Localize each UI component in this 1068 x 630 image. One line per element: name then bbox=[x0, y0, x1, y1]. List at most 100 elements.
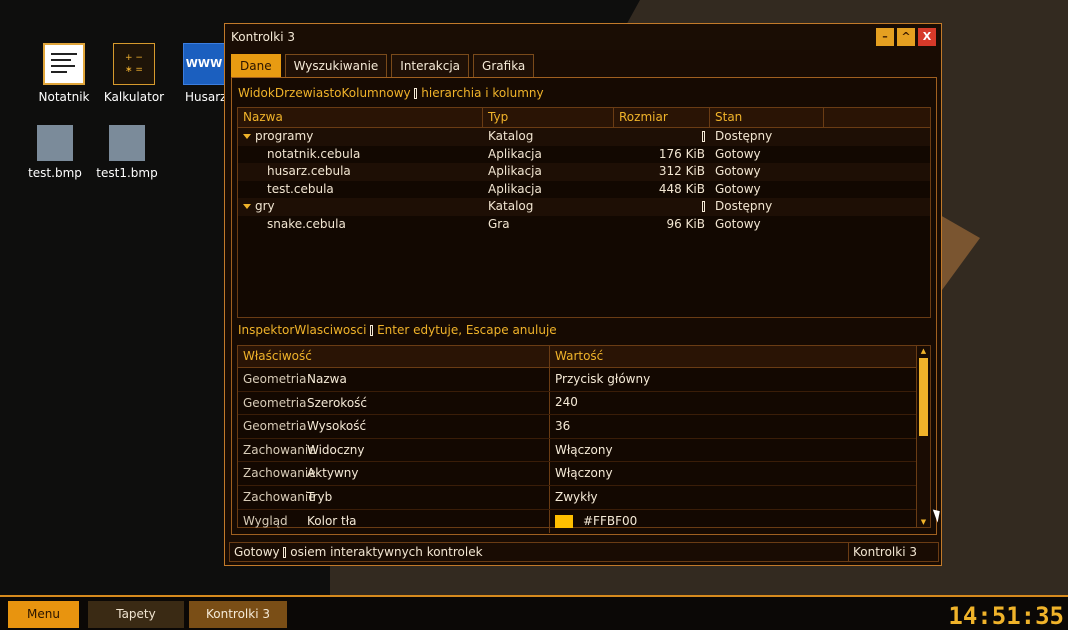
row-state: Dostępny bbox=[715, 199, 773, 213]
tree-row[interactable]: snake.cebula Gra 96 KiB Gotowy bbox=[238, 216, 930, 234]
window-titlebar[interactable]: Kontrolki 3 – ^ X bbox=[225, 24, 941, 50]
property-inspector[interactable]: Właściwość Wartość Geometria Nazwa Przyc… bbox=[237, 345, 931, 534]
tree-header: Nazwa Typ Rozmiar Stan bbox=[238, 108, 930, 128]
property-value[interactable]: 240 bbox=[550, 392, 916, 415]
property-row[interactable]: Geometria Wysokość 36 bbox=[238, 415, 916, 439]
property-row[interactable]: Geometria Nazwa Przycisk główny bbox=[238, 368, 916, 392]
desktop-icon-test-bmp[interactable]: test.bmp bbox=[20, 125, 90, 180]
property-row[interactable]: Zachowanie Tryb Zwykły bbox=[238, 485, 916, 510]
desktop-icon-kalkulator[interactable]: + − ∗ = Kalkulator bbox=[99, 43, 169, 104]
row-size: 176 KiB bbox=[658, 146, 705, 161]
row-type: Katalog bbox=[488, 129, 534, 143]
close-button[interactable]: X bbox=[918, 28, 936, 46]
tab-wyszukiwanie[interactable]: Wyszukiwanie bbox=[284, 54, 388, 78]
row-size: 448 KiB bbox=[658, 181, 705, 196]
tree-table[interactable]: Nazwa Typ Rozmiar Stan programy Katalog … bbox=[237, 107, 931, 318]
row-state: Gotowy bbox=[715, 146, 761, 161]
row-state: Gotowy bbox=[715, 181, 761, 196]
kontrolki-window: Kontrolki 3 – ^ X Dane Wyszukiwanie Inte… bbox=[224, 23, 942, 566]
status-message: Gotowy osiem interaktywnych kontrolek bbox=[230, 543, 848, 561]
tree-section-hint: hierarchia i kolumny bbox=[421, 86, 544, 100]
maximize-button[interactable]: ^ bbox=[897, 28, 915, 46]
property-group: Geometria bbox=[243, 419, 307, 434]
property-group: Geometria bbox=[243, 395, 307, 410]
tree-section-name: WidokDrzewiastoKolumnowy bbox=[238, 86, 411, 100]
property-value[interactable]: Włączony bbox=[550, 439, 916, 462]
row-state: Gotowy bbox=[715, 164, 761, 178]
row-size: 312 KiB bbox=[658, 164, 705, 178]
row-name: snake.cebula bbox=[267, 216, 346, 231]
property-row[interactable]: Zachowanie Aktywny Włączony bbox=[238, 462, 916, 486]
status-bar: Gotowy osiem interaktywnych kontrolek Ko… bbox=[229, 542, 939, 562]
property-value[interactable]: 36 bbox=[550, 415, 916, 438]
column-header-typ[interactable]: Typ bbox=[483, 108, 614, 127]
property-row[interactable]: Zachowanie Widoczny Włączony bbox=[238, 438, 916, 463]
calculator-icon: + − ∗ = bbox=[113, 43, 155, 85]
row-type: Aplikacja bbox=[488, 164, 542, 178]
inspector-section-heading: InspektorWlasciwosci Enter edytuje, Esca… bbox=[238, 323, 557, 337]
row-size bbox=[614, 128, 710, 146]
column-header-wartosc: Wartość bbox=[555, 349, 604, 363]
menu-button[interactable]: Menu bbox=[8, 601, 79, 628]
column-header-wlasciwosc: Właściwość bbox=[238, 346, 550, 367]
inspector-scrollbar[interactable]: ▲ ▼ bbox=[916, 346, 930, 527]
desktop-icon-test1-bmp[interactable]: test1.bmp bbox=[92, 125, 162, 180]
tree-row[interactable]: notatnik.cebula Aplikacja 176 KiB Gotowy bbox=[238, 146, 930, 164]
taskbar-item-tapety[interactable]: Tapety bbox=[88, 601, 184, 628]
property-row[interactable]: Wygląd Kolor tła #FFBF00 bbox=[238, 509, 916, 534]
tree-row[interactable]: gry Katalog Dostępny bbox=[238, 198, 930, 216]
tab-panel-dane: WidokDrzewiastoKolumnowy hierarchia i ko… bbox=[231, 77, 937, 535]
property-group: Zachowanie bbox=[243, 489, 316, 504]
property-row[interactable]: Geometria Szerokość 240 bbox=[238, 391, 916, 416]
property-group: Zachowanie bbox=[243, 466, 316, 481]
row-state: Gotowy bbox=[715, 216, 761, 231]
column-header-nazwa[interactable]: Nazwa bbox=[238, 108, 483, 127]
tab-interakcja[interactable]: Interakcja bbox=[391, 54, 470, 78]
scroll-up-arrow-icon[interactable]: ▲ bbox=[917, 346, 930, 356]
property-name: Aktywny bbox=[307, 462, 550, 485]
empty-size-glyph bbox=[702, 201, 705, 212]
expand-caret-icon[interactable] bbox=[243, 134, 251, 139]
property-value[interactable]: Przycisk główny bbox=[550, 368, 916, 391]
desktop-icon-label: Notatnik bbox=[38, 90, 90, 104]
empty-size-glyph bbox=[702, 131, 705, 142]
tree-row[interactable]: test.cebula Aplikacja 448 KiB Gotowy bbox=[238, 181, 930, 199]
property-name: Kolor tła bbox=[307, 509, 550, 534]
property-name: Tryb bbox=[307, 485, 550, 509]
row-type: Aplikacja bbox=[488, 146, 542, 161]
tab-grafika[interactable]: Grafika bbox=[473, 54, 535, 78]
scroll-down-arrow-icon[interactable]: ▼ bbox=[917, 517, 930, 527]
row-name: test.cebula bbox=[267, 181, 334, 196]
column-header-stan[interactable]: Stan bbox=[710, 108, 824, 127]
clock: 14:51:35 bbox=[948, 602, 1064, 630]
status-text: osiem interaktywnych kontrolek bbox=[290, 545, 483, 559]
separator-glyph bbox=[370, 325, 374, 336]
property-group: Wygląd bbox=[243, 513, 288, 528]
property-name: Widoczny bbox=[307, 438, 550, 462]
property-name: Nazwa bbox=[307, 368, 550, 391]
tree-rows: programy Katalog Dostępny notatnik.cebul… bbox=[238, 128, 930, 233]
desktop-icon-notatnik[interactable]: Notatnik bbox=[29, 43, 99, 104]
property-value[interactable]: Zwykły bbox=[550, 486, 916, 509]
property-name: Szerokość bbox=[307, 391, 550, 415]
row-name: husarz.cebula bbox=[267, 164, 351, 178]
property-value-color[interactable]: #FFBF00 bbox=[550, 510, 916, 534]
tab-dane[interactable]: Dane bbox=[231, 54, 281, 78]
row-size bbox=[614, 198, 710, 216]
minimize-button[interactable]: – bbox=[876, 28, 894, 46]
tree-row[interactable]: programy Katalog Dostępny bbox=[238, 128, 930, 146]
browser-icon: WWW bbox=[183, 43, 225, 85]
scrollbar-thumb[interactable] bbox=[919, 358, 928, 436]
window-title: Kontrolki 3 bbox=[231, 30, 296, 44]
property-value[interactable]: Włączony bbox=[550, 462, 916, 485]
column-header-rozmiar[interactable]: Rozmiar bbox=[614, 108, 710, 127]
color-swatch bbox=[555, 514, 573, 528]
expand-caret-icon[interactable] bbox=[243, 204, 251, 209]
tree-row[interactable]: husarz.cebula Aplikacja 312 KiB Gotowy bbox=[238, 163, 930, 181]
property-name: Wysokość bbox=[307, 415, 550, 438]
taskbar-item-kontrolki-3[interactable]: Kontrolki 3 bbox=[189, 601, 287, 628]
desktop-icon-label: Kalkulator bbox=[103, 90, 165, 104]
row-name: programy bbox=[255, 129, 314, 143]
row-type: Aplikacja bbox=[488, 181, 542, 196]
row-state: Dostępny bbox=[715, 129, 773, 143]
